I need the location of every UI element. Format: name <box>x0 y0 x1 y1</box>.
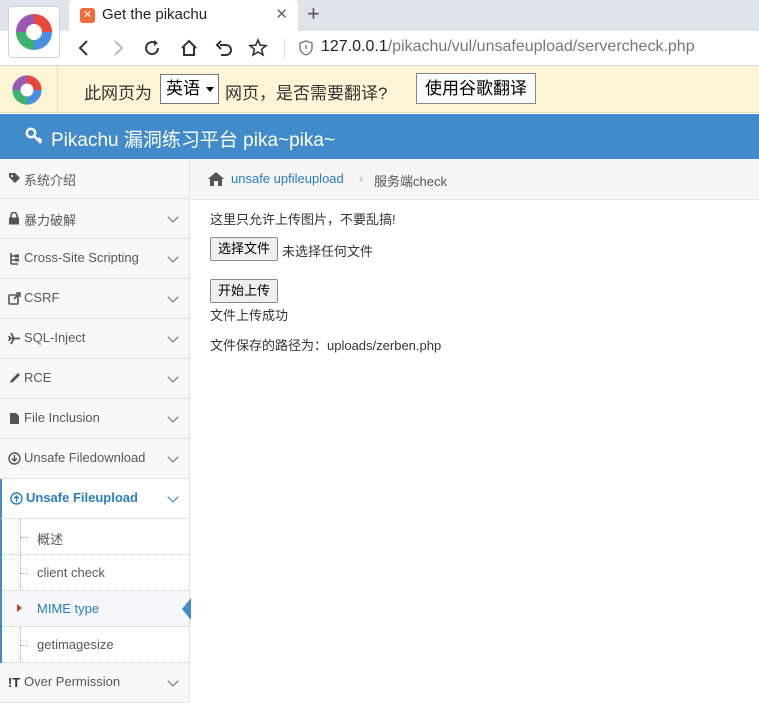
browser-logo-icon <box>10 73 44 107</box>
active-pointer <box>182 598 191 620</box>
exclamation-icon: !T <box>7 674 21 690</box>
sidebar-item-intro[interactable]: 系统介绍 <box>0 159 189 199</box>
submenu-item-label: MIME type <box>37 601 100 616</box>
sidebar-item-xss[interactable]: Cross-Site Scripting <box>0 239 189 279</box>
submenu-item-label: client check <box>37 565 105 580</box>
choose-file-button[interactable]: 选择文件 <box>210 237 279 261</box>
xampp-icon: ✕ <box>80 8 95 23</box>
tag-icon <box>7 171 21 185</box>
language-select[interactable]: 英语 <box>160 74 219 104</box>
sitemap-icon <box>7 251 21 265</box>
upload-result: 文件上传成功 <box>210 308 289 323</box>
chevron-down-icon <box>167 291 179 303</box>
saved-path: 文件保存的路径为：uploads/zerben.php <box>210 338 442 353</box>
sidebar-item-sqli[interactable]: SQL-Inject <box>0 319 189 359</box>
shield-icon[interactable] <box>298 40 314 56</box>
reload-icon[interactable] <box>140 36 164 60</box>
upload-button[interactable]: 开始上传 <box>210 279 279 303</box>
sidebar-item-file-inclusion[interactable]: File Inclusion <box>0 399 189 439</box>
home-icon[interactable] <box>207 171 225 187</box>
translate-button[interactable]: 使用谷歌翻译 <box>416 73 536 104</box>
share-icon <box>7 291 21 305</box>
chevron-down-icon <box>167 451 179 463</box>
chevron-down-icon <box>167 251 179 263</box>
chevron-down-icon <box>167 371 179 383</box>
address-divider <box>284 39 285 59</box>
sidebar-item-rce[interactable]: RCE <box>0 359 189 399</box>
download-icon <box>7 451 21 465</box>
caret-down-icon <box>206 87 214 92</box>
breadcrumb-current: 服务端check <box>374 174 447 189</box>
upload-icon <box>9 491 23 505</box>
address-input[interactable]: 127.0.0.1/pikachu/vul/unsafeupload/serve… <box>321 38 695 56</box>
sidebar-item-label: SQL-Inject <box>24 330 86 345</box>
sidebar: 系统介绍 暴力破解 Cross-Site Scripting CSRF SQL-… <box>0 159 191 703</box>
close-icon[interactable]: ✕ <box>275 5 288 23</box>
translate-bar: 此网页为 英语 网页，是否需要翻译? 使用谷歌翻译 <box>0 66 759 113</box>
undo-icon[interactable] <box>212 36 236 60</box>
file-status: 未选择任何文件 <box>282 244 374 259</box>
language-value: 英语 <box>166 79 200 98</box>
translate-prompt-after: 网页，是否需要翻译? <box>225 84 388 103</box>
submenu-item-getimagesize[interactable]: getimagesize <box>2 627 189 663</box>
tab-active[interactable]: ✕ Get the pikachu ✕ <box>69 0 298 31</box>
submenu-item-client-check[interactable]: client check <box>2 555 189 591</box>
chevron-down-icon <box>167 331 179 343</box>
pencil-icon <box>7 371 21 385</box>
tab-title: Get the pikachu <box>102 6 208 23</box>
home-icon[interactable] <box>177 36 201 60</box>
tree-dash <box>20 537 28 538</box>
tree-dash <box>20 645 28 646</box>
address-path: /pikachu/vul/unsafeupload/servercheck.ph… <box>387 38 695 55</box>
chevron-down-icon <box>167 491 179 503</box>
navigation-bar: 127.0.0.1/pikachu/vul/unsafeupload/serve… <box>0 31 759 66</box>
tree-dash <box>20 573 28 574</box>
sidebar-item-unsafe-fileupload[interactable]: Unsafe Fileupload <box>0 479 189 519</box>
sidebar-item-over-permission[interactable]: !T Over Permission <box>0 663 189 703</box>
file-icon <box>7 411 21 425</box>
sidebar-item-csrf[interactable]: CSRF <box>0 279 189 319</box>
back-icon[interactable] <box>72 36 96 60</box>
sidebar-item-unsafe-filedownload[interactable]: Unsafe Filedownload <box>0 439 189 479</box>
submenu-item-mime-type[interactable]: MIME type <box>2 591 191 627</box>
sidebar-item-label: Unsafe Fileupload <box>26 490 138 505</box>
sidebar-item-label: 系统介绍 <box>24 173 77 188</box>
sidebar-item-label: Unsafe Filedownload <box>24 450 146 465</box>
breadcrumb-link[interactable]: unsafe upfileupload <box>231 171 344 186</box>
sidebar-item-label: Over Permission <box>24 674 121 689</box>
star-icon[interactable] <box>246 36 270 60</box>
submenu-unsafe-fileupload: 概述 client check MIME type getimagesize <box>0 519 191 663</box>
forward-icon[interactable] <box>106 36 130 60</box>
app-header: Pikachu 漏洞练习平台 pika~pika~ <box>0 114 759 159</box>
chevron-down-icon <box>167 411 179 423</box>
app-title: Pikachu 漏洞练习平台 pika~pika~ <box>51 130 336 151</box>
chevron-down-icon <box>167 211 179 223</box>
sidebar-item-brute-force[interactable]: 暴力破解 <box>0 199 189 239</box>
address-host: 127.0.0.1 <box>321 38 388 55</box>
submenu-item-label: getimagesize <box>37 637 114 652</box>
key-icon <box>25 127 43 145</box>
submenu-item-label: 概述 <box>37 532 64 547</box>
translate-divider <box>57 66 58 113</box>
chevron-down-icon <box>167 675 179 687</box>
breadcrumb-separator: › <box>359 171 364 186</box>
sidebar-item-label: RCE <box>24 370 52 385</box>
lock-icon <box>7 211 21 225</box>
browser-logo-icon[interactable] <box>8 6 60 58</box>
caret-right-icon <box>17 604 22 612</box>
sidebar-item-label: Cross-Site Scripting <box>24 250 139 265</box>
sidebar-item-label: CSRF <box>24 290 60 305</box>
plane-icon <box>7 331 21 345</box>
breadcrumb: unsafe upfileupload › 服务端check <box>191 159 759 200</box>
new-tab-icon[interactable]: + <box>307 2 320 26</box>
sidebar-item-label: 暴力破解 <box>24 213 77 228</box>
tab-strip: ✕ Get the pikachu ✕ + <box>0 0 759 58</box>
translate-prompt-before: 此网页为 <box>84 84 152 103</box>
sidebar-item-label: File Inclusion <box>24 410 100 425</box>
upload-notice: 这里只允许上传图片，不要乱搞! <box>210 212 396 227</box>
submenu-item-overview[interactable]: 概述 <box>2 519 189 555</box>
